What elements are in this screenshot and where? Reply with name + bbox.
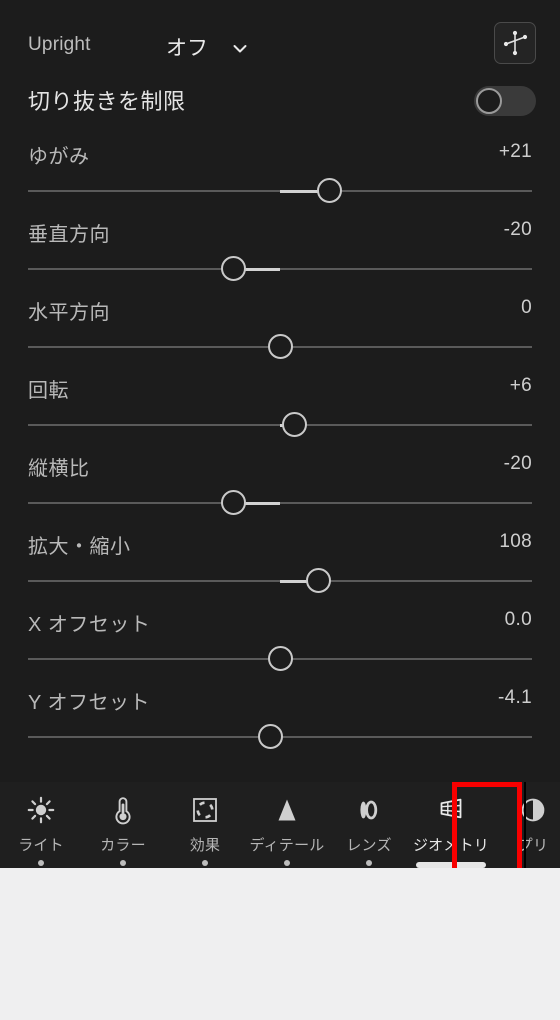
- slider-value: 0.0: [504, 609, 532, 630]
- slider-control[interactable]: [28, 490, 532, 515]
- slider-control[interactable]: [28, 646, 532, 671]
- toolbar-tab-lens[interactable]: レンズ: [328, 782, 410, 868]
- slider-value: +6: [509, 375, 532, 396]
- upright-dropdown-value[interactable]: オフ: [166, 32, 208, 62]
- slider-thumb[interactable]: [317, 178, 343, 203]
- slider-label: ゆがみ: [28, 146, 90, 168]
- slider-label: 回転: [28, 380, 69, 402]
- constrain-crop-toggle[interactable]: [474, 86, 536, 116]
- upright-label: Upright: [28, 34, 91, 55]
- slider-thumb[interactable]: [220, 256, 246, 281]
- slider-label: Y オフセット: [28, 692, 151, 714]
- bottom-toolbar: ライト カラー 効果 ディテール レンズ ジオメトリ プリ: [0, 782, 560, 868]
- slider-value: 0: [521, 297, 532, 318]
- toolbar-tabs: ライト カラー 効果 ディテール レンズ ジオメトリ プリ: [0, 782, 560, 868]
- slider-value: 108: [499, 531, 532, 552]
- slider-label: 垂直方向: [28, 224, 110, 246]
- slider-thumb[interactable]: [306, 568, 332, 593]
- slider-row: 水平方向 0: [0, 294, 560, 372]
- presets-icon: [517, 794, 549, 826]
- slider-row: 回転 +6: [0, 372, 560, 450]
- slider-row: ゆがみ +21: [0, 138, 560, 216]
- toolbar-tab-label: カラー: [100, 837, 146, 854]
- slider-value: -20: [503, 219, 532, 240]
- slider-thumb[interactable]: [267, 334, 293, 359]
- toolbar-tab-geometry-grid[interactable]: ジオメトリ: [410, 782, 492, 868]
- toolbar-tab-label: 効果: [189, 837, 221, 854]
- slider-value: -20: [503, 453, 532, 474]
- toggle-knob: [476, 88, 502, 114]
- slider-row: 垂直方向 -20: [0, 216, 560, 294]
- toolbar-divider: [524, 782, 526, 868]
- constrain-crop-label: 切り抜きを制限: [28, 89, 186, 114]
- geometry-panel-screen: Upright オフ 切り抜きを制限 ゆがみ +21 垂直方向 -20 水平方向…: [0, 0, 560, 1020]
- slider-control[interactable]: [28, 256, 532, 281]
- guided-upright-icon: [495, 27, 535, 59]
- lens-icon: [353, 794, 385, 826]
- effects-frame-icon: [189, 794, 221, 826]
- slider-value: +21: [498, 141, 532, 162]
- toolbar-tab-sun[interactable]: ライト: [0, 782, 82, 868]
- triangle-icon: [271, 794, 303, 826]
- sun-icon: [25, 794, 57, 826]
- toolbar-tab-modified-dot: [202, 860, 208, 866]
- slider-thumb[interactable]: [258, 724, 284, 749]
- page-background-area: [0, 868, 560, 1020]
- guided-upright-button[interactable]: [494, 22, 536, 64]
- slider-track: [28, 502, 532, 504]
- slider-row: 拡大・縮小 108: [0, 528, 560, 606]
- toolbar-tab-modified-dot: [284, 860, 290, 866]
- slider-label: 拡大・縮小: [28, 536, 131, 558]
- toolbar-tab-thermometer[interactable]: カラー: [82, 782, 164, 868]
- slider-label: 縦横比: [28, 458, 90, 480]
- toolbar-tab-label: ジオメトリ: [412, 837, 489, 854]
- editor-panel: Upright オフ 切り抜きを制限 ゆがみ +21 垂直方向 -20 水平方向…: [0, 0, 560, 782]
- slider-control[interactable]: [28, 334, 532, 359]
- upright-row: Upright オフ: [0, 22, 560, 74]
- toolbar-tab-presets[interactable]: プリ: [492, 782, 560, 868]
- toolbar-tab-modified-dot: [38, 860, 44, 866]
- slider-control[interactable]: [28, 568, 532, 593]
- thermometer-icon: [107, 794, 139, 826]
- toolbar-tab-label: ライト: [18, 837, 64, 854]
- slider-row: 縦横比 -20: [0, 450, 560, 528]
- toolbar-tab-triangle[interactable]: ディテール: [246, 782, 328, 868]
- toolbar-tab-label: レンズ: [346, 837, 392, 854]
- slider-track: [28, 268, 532, 270]
- slider-row: Y オフセット -4.1: [0, 684, 560, 762]
- slider-label: X オフセット: [28, 614, 151, 636]
- toolbar-tab-modified-dot: [120, 860, 126, 866]
- constrain-crop-row: 切り抜きを制限: [0, 82, 560, 126]
- slider-row: X オフセット 0.0: [0, 606, 560, 684]
- slider-value: -4.1: [498, 687, 532, 708]
- chevron-down-icon[interactable]: [232, 41, 248, 57]
- slider-control[interactable]: [28, 178, 532, 203]
- slider-list: ゆがみ +21 垂直方向 -20 水平方向 0 回転 +6 縦横比 -20 拡大・縮小 108 X オフ…: [0, 138, 560, 762]
- toolbar-tab-label: プリ: [517, 837, 549, 854]
- slider-control[interactable]: [28, 724, 532, 749]
- toolbar-tab-label: ディテール: [249, 837, 325, 854]
- toolbar-tab-modified-dot: [366, 860, 372, 866]
- slider-thumb[interactable]: [220, 490, 246, 515]
- toolbar-tab-effects-frame[interactable]: 効果: [164, 782, 246, 868]
- geometry-grid-icon: [435, 794, 467, 826]
- slider-label: 水平方向: [28, 302, 110, 324]
- slider-thumb[interactable]: [267, 646, 293, 671]
- slider-thumb[interactable]: [281, 412, 307, 437]
- slider-control[interactable]: [28, 412, 532, 437]
